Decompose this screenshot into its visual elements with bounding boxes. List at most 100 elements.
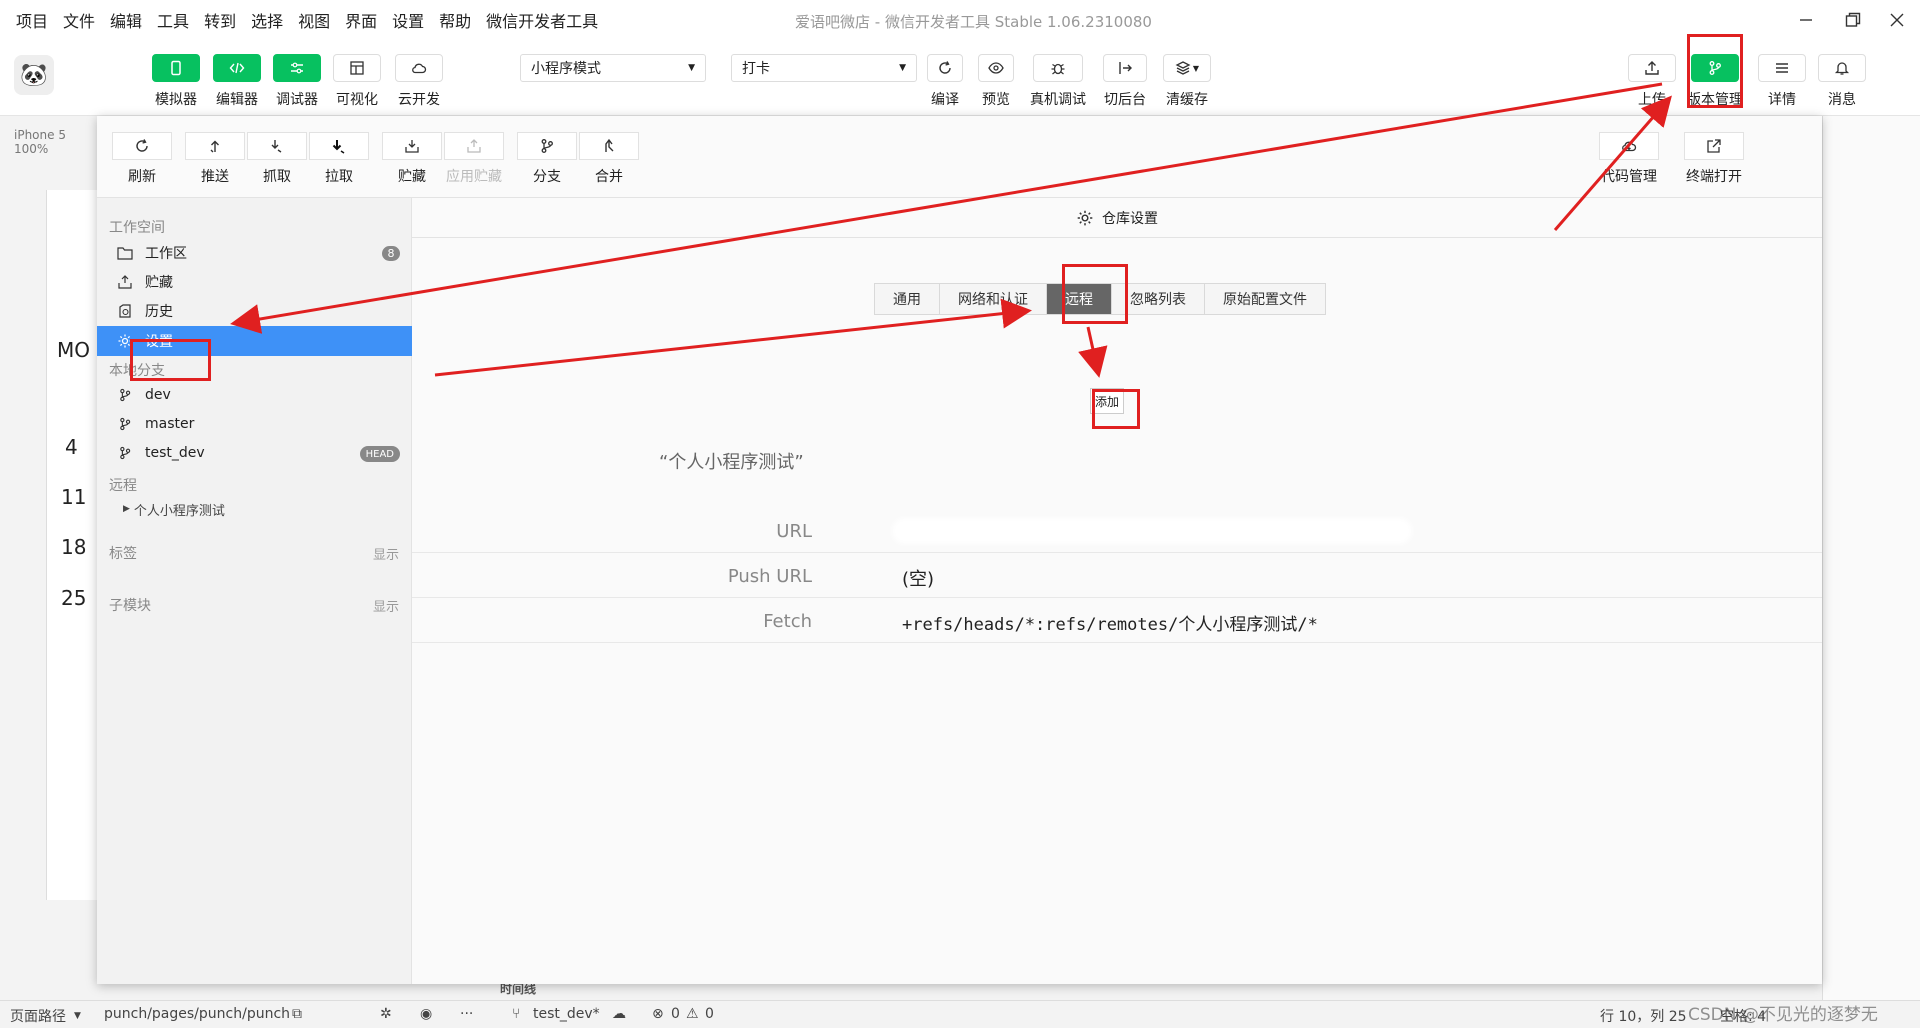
menu-help[interactable]: 帮助	[439, 8, 471, 32]
phone-icon	[171, 60, 181, 76]
vcs-pull-button[interactable]: 拉取	[309, 132, 369, 186]
preview-label: 预览	[982, 92, 1010, 108]
submodules-show-link[interactable]: 显示	[373, 596, 399, 615]
cloud-dev-button[interactable]: 云开发	[395, 54, 443, 109]
vcs-stash-label: 贮藏	[398, 169, 426, 185]
branch-icon	[541, 139, 553, 153]
sidebar-item-history[interactable]: 历史	[97, 296, 412, 326]
sync-icon[interactable]: ☁	[612, 1006, 626, 1022]
simulator-button[interactable]: 模拟器	[152, 54, 200, 109]
branch-icon	[117, 416, 133, 432]
branch-item-dev[interactable]: dev	[97, 380, 412, 410]
push-url-row: Push URL (空)	[412, 553, 1822, 598]
branch-label: dev	[145, 387, 171, 403]
tab-raw-config[interactable]: 原始配置文件	[1205, 284, 1325, 314]
page-path-label[interactable]: 页面路径	[10, 1006, 66, 1026]
clear-cache-button[interactable]: ▼ 清缓存	[1163, 54, 1211, 109]
preview-button[interactable]: 预览	[978, 54, 1014, 109]
code-management-button[interactable]: 代码管理	[1599, 132, 1659, 186]
simulator-phone: MO 4 11 18 25	[46, 190, 100, 900]
branch-icon: ⑂	[512, 1006, 521, 1022]
menu-select[interactable]: 选择	[251, 8, 283, 32]
sidebar-item-workspace[interactable]: 工作区 8	[97, 238, 412, 268]
upload-button[interactable]: 上传	[1628, 54, 1676, 109]
visual-label: 可视化	[336, 92, 378, 108]
tab-network-auth[interactable]: 网络和认证	[940, 284, 1047, 314]
remote-item-label: 个人小程序测试	[133, 503, 225, 519]
menu-project[interactable]: 项目	[16, 8, 48, 32]
visual-button[interactable]: 可视化	[333, 54, 381, 109]
merge-icon	[605, 138, 614, 152]
fetch-value[interactable]: +refs/heads/*:refs/remotes/个人小程序测试/*	[902, 610, 1318, 635]
warning-count[interactable]: 0	[705, 1006, 714, 1022]
url-value-redacted[interactable]	[892, 518, 1412, 544]
vcs-refresh-button[interactable]: 刷新	[112, 132, 172, 186]
sidebar-item-label: 历史	[145, 304, 173, 320]
url-label: URL	[776, 521, 812, 542]
menu-interface[interactable]: 界面	[345, 8, 377, 32]
repo-settings-header: 仓库设置	[412, 198, 1822, 238]
menu-view[interactable]: 视图	[298, 8, 330, 32]
remote-item[interactable]: ▶ 个人小程序测试	[97, 494, 412, 524]
changes-count-badge: 8	[382, 246, 400, 261]
tab-general[interactable]: 通用	[875, 284, 940, 314]
cursor-position[interactable]: 行 10，列 25	[1600, 1006, 1687, 1026]
push-url-label: Push URL	[727, 566, 812, 587]
page-select[interactable]: 打卡 ▼	[731, 54, 917, 82]
vcs-fetch-label: 抓取	[263, 169, 291, 185]
branch-item-master[interactable]: master	[97, 409, 412, 439]
highlight-add-button	[1092, 389, 1140, 429]
close-button[interactable]	[1882, 6, 1912, 34]
more-icon[interactable]: ···	[460, 1006, 473, 1022]
remote-name-heading: “个人小程序测试”	[659, 452, 804, 473]
status-bar: 页面路径 ▼ punch/pages/punch/punch ⧉ ✲ ◉ ···…	[0, 1000, 1920, 1028]
background-button[interactable]: 切后台	[1103, 54, 1147, 109]
menu-file[interactable]: 文件	[63, 8, 95, 32]
code-management-label: 代码管理	[1601, 169, 1657, 185]
debugger-button[interactable]: 调试器	[273, 54, 321, 109]
branch-item-test-dev[interactable]: test_dev HEAD	[97, 438, 412, 468]
editor-button[interactable]: 编辑器	[213, 54, 261, 109]
messages-button[interactable]: 消息	[1818, 54, 1866, 109]
repo-settings-title: 仓库设置	[1102, 210, 1158, 227]
vcs-push-button[interactable]: 推送	[185, 132, 245, 186]
avatar[interactable]: 🐼	[14, 55, 54, 95]
fetch-row: Fetch +refs/heads/*:refs/remotes/个人小程序测试…	[412, 598, 1822, 643]
push-url-value[interactable]: (空)	[902, 565, 934, 591]
refresh-icon	[939, 61, 951, 74]
menu-tools[interactable]: 工具	[157, 8, 189, 32]
mode-select[interactable]: 小程序模式 ▼	[520, 54, 706, 82]
error-icon: ⊗	[652, 1006, 664, 1022]
vcs-fetch-button[interactable]: 抓取	[247, 132, 307, 186]
eye-icon[interactable]: ◉	[420, 1006, 432, 1022]
menu-goto[interactable]: 转到	[204, 8, 236, 32]
close-icon	[1890, 13, 1904, 27]
copy-icon[interactable]: ⧉	[292, 1006, 302, 1022]
bug-icon[interactable]: ✲	[380, 1006, 392, 1022]
device-debug-button[interactable]: 真机调试	[1030, 54, 1086, 109]
folder-icon	[117, 245, 133, 261]
compile-button[interactable]: 编译	[927, 54, 963, 109]
vcs-refresh-label: 刷新	[128, 169, 156, 185]
vcs-merge-button[interactable]: 合并	[579, 132, 639, 186]
minimize-button[interactable]	[1791, 6, 1821, 34]
remote-url-row: URL	[412, 508, 1822, 553]
tags-show-link[interactable]: 显示	[373, 544, 399, 563]
menu-edit[interactable]: 编辑	[110, 8, 142, 32]
cloud-icon	[412, 63, 427, 74]
highlight-settings-item	[130, 339, 211, 381]
restore-button[interactable]	[1838, 6, 1868, 34]
sidebar-item-stash[interactable]: 贮藏	[97, 267, 412, 297]
remote-section-title: 远程	[109, 478, 137, 494]
vcs-branch-button[interactable]: 分支	[517, 132, 577, 186]
vcs-apply-stash-button[interactable]: 应用贮藏	[444, 132, 504, 186]
menu-devtools[interactable]: 微信开发者工具	[486, 8, 598, 32]
menu-settings[interactable]: 设置	[392, 8, 424, 32]
current-branch[interactable]: test_dev*	[533, 1006, 600, 1022]
phone-header: MO	[57, 338, 90, 362]
open-terminal-button[interactable]: 终端打开	[1684, 132, 1744, 186]
error-count[interactable]: 0	[671, 1006, 680, 1022]
stash-icon	[405, 140, 419, 153]
details-button[interactable]: 详情	[1758, 54, 1806, 109]
vcs-stash-button[interactable]: 贮藏	[382, 132, 442, 186]
